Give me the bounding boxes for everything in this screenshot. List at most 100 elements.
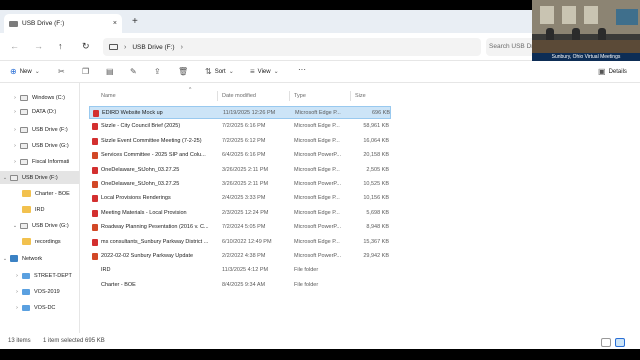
breadcrumb-usb-drive[interactable]: USB Drive (F:) xyxy=(132,44,174,51)
copy-icon[interactable]: ❐ xyxy=(82,67,89,76)
folder-icon xyxy=(22,238,31,245)
sidebar-item[interactable]: ⌄ USB Drive (F:) xyxy=(0,171,79,184)
file-row[interactable]: Sizzle - City Council Brief (2025) 7/2/20… xyxy=(89,120,391,133)
column-header-date[interactable]: Date modified xyxy=(222,93,256,99)
powerpoint-file-icon xyxy=(92,224,98,232)
file-type: Microsoft Edge P... xyxy=(294,238,340,245)
paste-icon[interactable]: ▤ xyxy=(106,67,114,76)
sidebar-item[interactable]: › USB Drive (G:) xyxy=(0,139,79,152)
chevron-icon[interactable]: ⌄ xyxy=(0,256,10,262)
sidebar-item-label: DATA (D:) xyxy=(32,108,57,115)
file-row[interactable]: EDIRD Website Mock up 11/19/2025 12:26 PM… xyxy=(89,106,391,119)
details-view-icon[interactable] xyxy=(601,338,611,347)
video-feed-overlay: Sunbury, Ohio Virtual Meetings xyxy=(532,0,640,61)
sidebar-item[interactable]: › Fiscal Informati xyxy=(0,155,79,168)
sidebar-item[interactable]: ⌄ USB Drive (G:) xyxy=(0,219,79,232)
address-bar[interactable]: › USB Drive (F:) › xyxy=(103,38,481,56)
file-row[interactable]: 2022-02-02 Sunbury Parkway Update 2/2/202… xyxy=(89,250,391,263)
sidebar-item[interactable]: › DATA (D:) xyxy=(0,105,79,118)
file-size: 16,064 KB xyxy=(363,137,389,144)
close-tab-icon[interactable]: × xyxy=(113,20,117,27)
file-row[interactable]: Services Committee - 2025 SIP and Colu..… xyxy=(89,149,391,162)
tiles-view-icon[interactable] xyxy=(615,338,625,347)
folder-icon xyxy=(92,267,98,274)
file-type: File folder xyxy=(294,281,319,288)
sidebar-item-label: USB Drive (G:) xyxy=(32,222,69,229)
file-row[interactable]: OneDelaware_StJohn_03.27.25 3/26/2025 2:1… xyxy=(89,178,391,191)
sidebar-item-label: Network xyxy=(22,255,43,262)
file-row[interactable]: Meeting Materials - Local Provision 2/3/2… xyxy=(89,207,391,220)
sidebar-item[interactable]: recordings xyxy=(0,235,79,248)
chevron-icon[interactable]: › xyxy=(10,127,20,133)
drive-icon xyxy=(20,142,28,149)
column-divider[interactable] xyxy=(350,91,351,101)
delete-icon[interactable]: 🗑 xyxy=(178,67,188,76)
up-button[interactable]: ↑ xyxy=(58,41,63,51)
sidebar-item[interactable]: › VOS-DC xyxy=(0,301,79,314)
sidebar-item[interactable]: › VOS-2019 xyxy=(0,285,79,298)
chevron-icon[interactable]: ⌄ xyxy=(0,175,10,181)
chevron-icon[interactable]: ⌄ xyxy=(10,223,20,229)
sidebar-item[interactable]: › STREET-DEPT xyxy=(0,269,79,282)
view-button[interactable]: ≡ View ⌄ xyxy=(250,67,279,76)
view-label: View xyxy=(257,68,271,75)
chevron-right-icon: › xyxy=(124,43,127,51)
chevron-icon[interactable]: › xyxy=(10,159,20,165)
chevron-icon[interactable]: › xyxy=(12,289,22,295)
cut-icon[interactable]: ✂ xyxy=(58,67,65,76)
file-name: ms consultants_Sunbury Parkway District … xyxy=(101,238,209,245)
sidebar-item[interactable]: IRD xyxy=(0,203,79,216)
column-header-name[interactable]: Name xyxy=(101,93,116,99)
chevron-icon[interactable]: › xyxy=(10,95,20,101)
new-button[interactable]: ⊕ New ⌄ xyxy=(10,67,40,76)
forward-button[interactable]: → xyxy=(34,41,43,51)
folder-icon xyxy=(22,206,31,213)
new-tab-button[interactable]: + xyxy=(132,16,138,27)
file-name: IRD xyxy=(101,267,111,274)
file-name: Local Provisions Renderings xyxy=(101,195,171,202)
file-type: Microsoft Edge P... xyxy=(294,166,340,173)
computer-icon xyxy=(109,44,118,50)
sidebar-item-label: Windows (C:) xyxy=(32,94,66,101)
share-icon[interactable]: ⇪ xyxy=(154,67,161,76)
file-row[interactable]: Charter - BOE 8/4/2025 9:34 AM File folder xyxy=(89,279,391,292)
file-row[interactable]: Roadway Planning Pesentation (2016 v. C.… xyxy=(89,221,391,234)
pdf-file-icon xyxy=(92,123,98,131)
file-date: 6/4/2025 6:16 PM xyxy=(222,152,266,159)
chevron-icon[interactable]: › xyxy=(12,305,22,311)
sidebar-item[interactable]: › USB Drive (F:) xyxy=(0,123,79,136)
chevron-icon[interactable]: › xyxy=(10,143,20,149)
more-options-button[interactable]: ··· xyxy=(298,65,306,74)
refresh-button[interactable]: ↻ xyxy=(82,41,90,52)
column-divider[interactable] xyxy=(289,91,290,101)
tab-usb-drive[interactable]: USB Drive (F:) × xyxy=(4,14,122,33)
powerpoint-file-icon xyxy=(92,253,98,260)
back-button[interactable]: ← xyxy=(10,41,19,51)
file-name: Services Committee - 2025 SIP and Colu..… xyxy=(101,152,206,159)
column-header-type[interactable]: Type xyxy=(294,93,306,99)
view-icon: ≡ xyxy=(250,67,255,76)
chevron-icon[interactable]: › xyxy=(12,273,22,279)
pdf-file-icon xyxy=(93,110,99,117)
file-size: 58,961 KB xyxy=(363,123,389,130)
file-date: 8/4/2025 9:34 AM xyxy=(222,281,266,288)
file-row[interactable]: Sizzle Event Committee Meeting (7-2-25) 7… xyxy=(89,135,391,148)
file-size: 10,525 KB xyxy=(363,181,389,187)
column-divider[interactable] xyxy=(217,91,218,101)
rename-icon[interactable]: ✎ xyxy=(130,67,137,76)
sidebar-item-label: Fiscal Informati xyxy=(32,158,70,165)
file-row[interactable]: Local Provisions Renderings 2/4/2025 3:33… xyxy=(89,192,391,205)
file-row[interactable]: IRD 11/3/2025 4:12 PM File folder xyxy=(89,264,391,277)
sidebar-item[interactable]: ⌄ Network xyxy=(0,252,79,265)
sort-button[interactable]: ⇅ Sort ⌄ xyxy=(205,67,234,76)
file-row[interactable]: OneDelaware_StJohn_03.27.25 3/26/2025 2:1… xyxy=(89,164,391,177)
details-button[interactable]: ▣ Details xyxy=(598,67,627,76)
sidebar-item[interactable]: › Windows (C:) xyxy=(0,91,79,104)
sidebar-item[interactable]: Charter - BOE xyxy=(0,187,79,200)
room-window xyxy=(540,6,554,24)
chevron-icon[interactable]: › xyxy=(10,109,20,115)
column-header-size[interactable]: Size xyxy=(355,93,366,99)
sidebar-item-label: USB Drive (F:) xyxy=(22,174,58,181)
sidebar-item-label: USB Drive (G:) xyxy=(32,142,69,149)
file-row[interactable]: ms consultants_Sunbury Parkway District … xyxy=(89,236,391,249)
